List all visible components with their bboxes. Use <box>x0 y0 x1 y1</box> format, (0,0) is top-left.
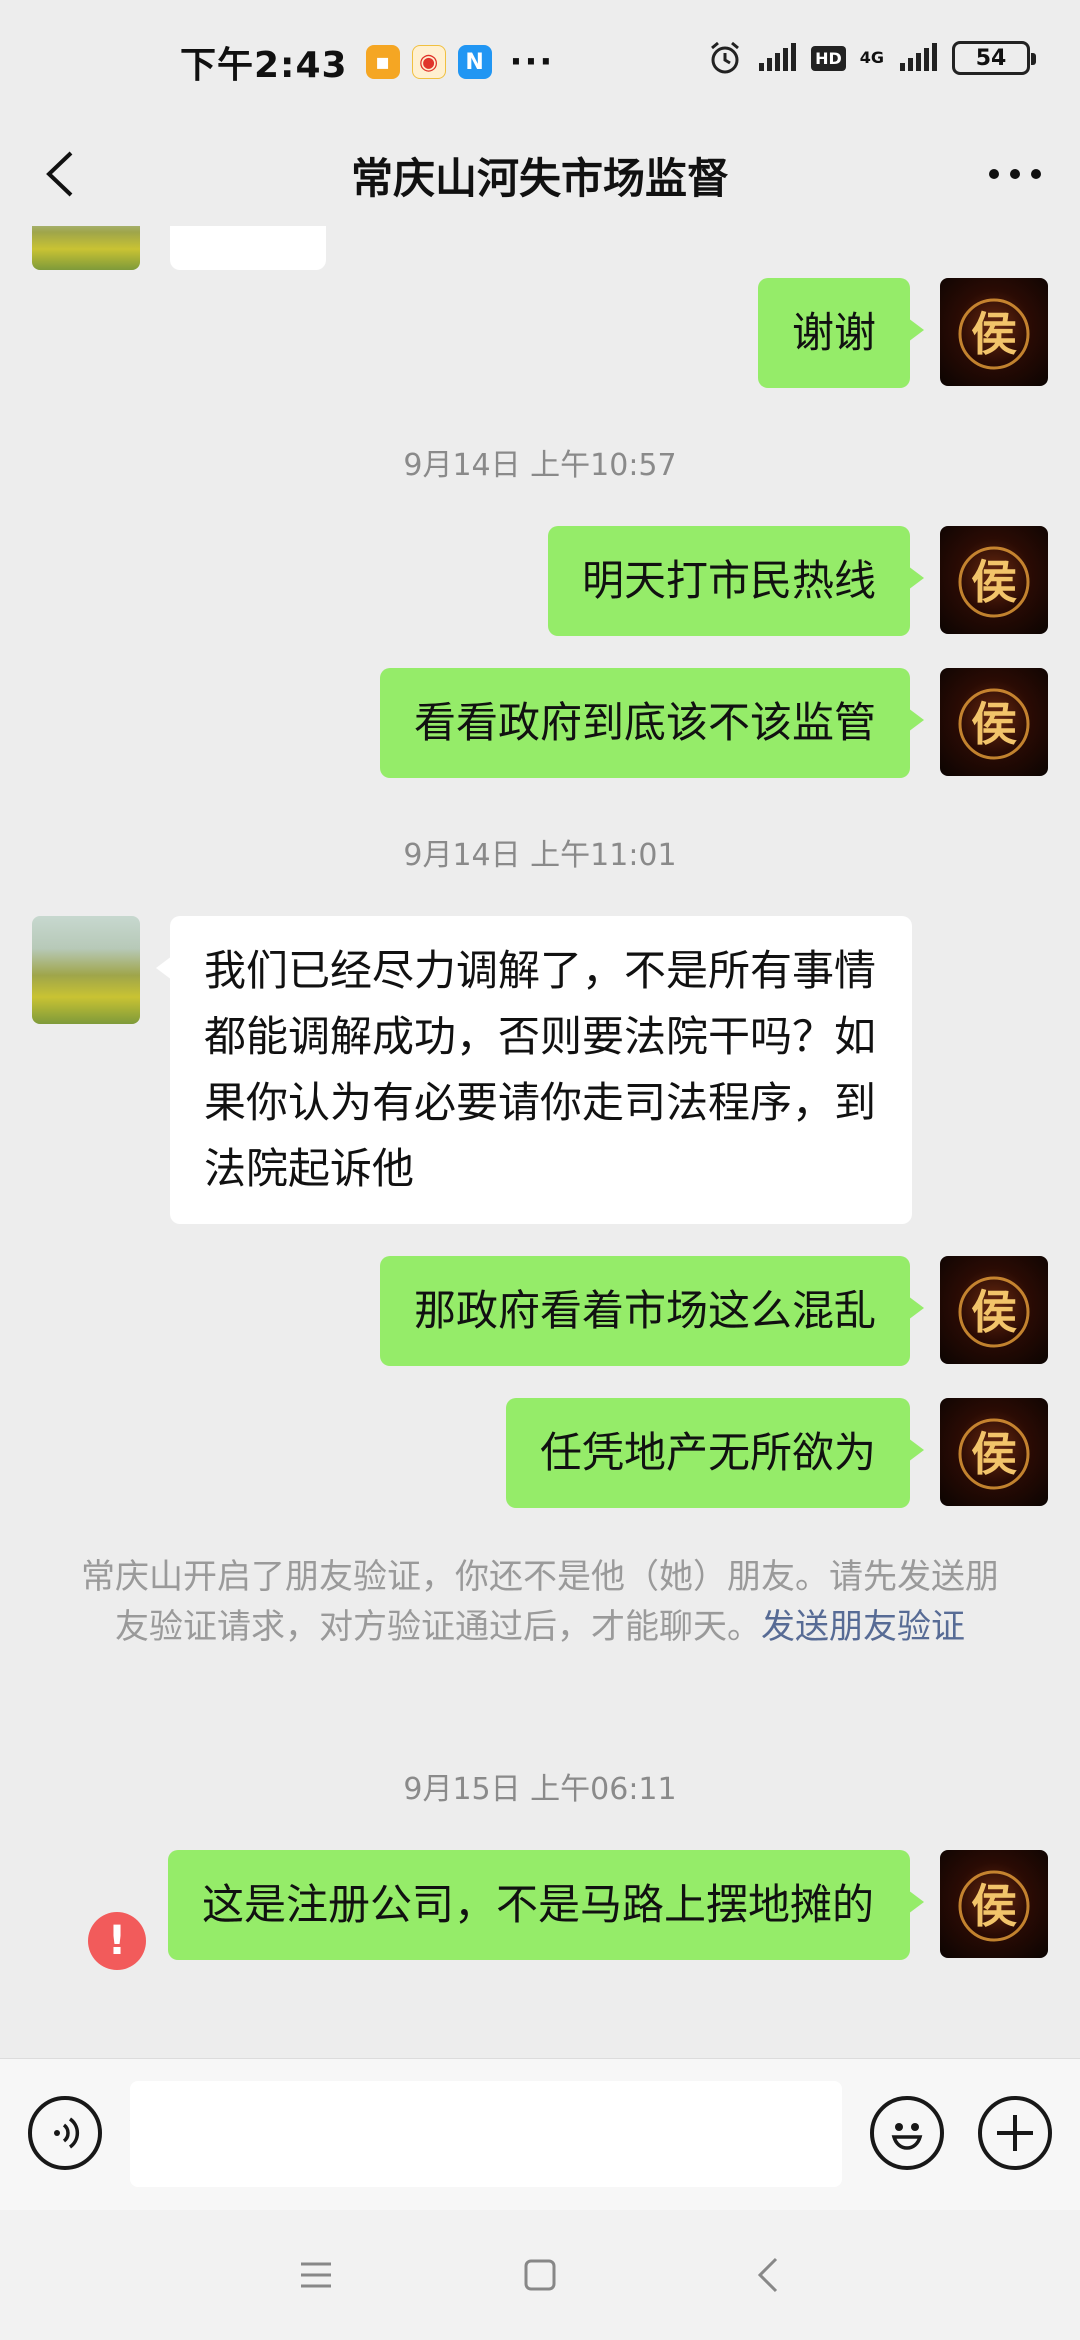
message-bubble-received[interactable]: 我们已经尽力调解了，不是所有事情都能调解成功，否则要法院干吗？如果你认为有必要请… <box>156 916 912 1224</box>
avatar-emblem-icon: 侯 <box>958 298 1030 370</box>
avatar-emblem-icon: 侯 <box>958 546 1030 618</box>
emoji-button[interactable] <box>870 2096 944 2170</box>
svg-text:侯: 侯 <box>971 555 1017 609</box>
battery-indicator: 54 <box>952 41 1036 75</box>
my-avatar[interactable]: 侯 <box>940 1398 1048 1506</box>
menu-icon <box>301 2262 331 2288</box>
chevron-left-icon <box>46 151 73 197</box>
news-app-icon: N <box>457 45 492 79</box>
svg-text:侯: 侯 <box>971 697 1017 751</box>
friend-verification-notice: 常庆山开启了朋友验证，你还不是他（她）朋友。请先发送朋友验证请求，对方验证通过后… <box>80 1552 1000 1652</box>
send-verification-link[interactable]: 发送朋友验证 <box>761 1607 965 1647</box>
message-bubble-sent[interactable]: 看看政府到底该不该监管 <box>379 668 925 778</box>
svg-text:侯: 侯 <box>971 1879 1017 1933</box>
smiley-icon <box>891 2123 923 2150</box>
message-bubble-sent[interactable]: 任凭地产无所欲为 <box>505 1398 925 1508</box>
plus-icon <box>997 2115 1033 2151</box>
contact-avatar[interactable] <box>32 916 140 1024</box>
back-button[interactable] <box>30 144 90 204</box>
avatar-emblem-icon: 侯 <box>958 1276 1030 1348</box>
chat-header: 常庆山河失市场监督 <box>0 124 1080 226</box>
chat-title: 常庆山河失市场监督 <box>350 153 729 203</box>
network-type: 4G <box>859 48 884 67</box>
voice-icon <box>54 2117 80 2149</box>
contact-avatar[interactable] <box>32 226 140 270</box>
message-timestamp: 9月14日 上午10:57 <box>403 448 677 483</box>
weibo-icon: ◉ <box>411 45 446 79</box>
home-button[interactable] <box>510 2245 570 2305</box>
status-time: 下午2:43 <box>180 45 348 86</box>
message-timestamp: 9月15日 上午06:11 <box>403 1772 677 1807</box>
status-indicators: HD 4G 54 <box>707 40 1036 76</box>
my-avatar[interactable]: 侯 <box>940 668 1048 776</box>
alarm-icon <box>711 41 740 74</box>
hd-badge: HD <box>811 45 846 71</box>
message-input-bar <box>0 2058 1080 2210</box>
message-text-input[interactable] <box>130 2081 842 2187</box>
system-navigation-bar <box>0 2210 1080 2340</box>
home-square-icon <box>524 2259 556 2291</box>
signal-icon-2 <box>900 43 937 71</box>
message-timestamp: 9月14日 上午11:01 <box>403 838 677 873</box>
avatar-emblem-icon: 侯 <box>958 1418 1030 1490</box>
message-bubble-partial <box>170 226 326 270</box>
svg-text:侯: 侯 <box>971 1285 1017 1339</box>
more-functions-button[interactable] <box>978 2096 1052 2170</box>
recent-apps-button[interactable] <box>286 2245 346 2305</box>
avatar-emblem-icon: 侯 <box>958 1870 1030 1942</box>
my-avatar[interactable]: 侯 <box>940 526 1048 634</box>
notes-app-icon: ▪ <box>365 45 400 79</box>
more-notifications-icon: ··· <box>509 42 555 82</box>
signal-icon <box>759 43 797 71</box>
my-avatar[interactable]: 侯 <box>940 278 1048 386</box>
avatar-emblem-icon: 侯 <box>958 688 1030 760</box>
message-bubble-sent[interactable]: 那政府看着市场这么混乱 <box>379 1256 925 1366</box>
svg-text:侯: 侯 <box>971 1427 1017 1481</box>
chat-message-list[interactable]: 谢谢 侯 9月14日 上午10:57 明天打市民热线 侯 看看政府到底该不该监管… <box>0 226 1080 2058</box>
my-avatar[interactable]: 侯 <box>940 1850 1048 1958</box>
message-bubble-sent[interactable]: 谢谢 <box>757 278 925 388</box>
system-back-button[interactable] <box>738 2245 798 2305</box>
my-avatar[interactable]: 侯 <box>940 1256 1048 1364</box>
message-bubble-sent[interactable]: 明天打市民热线 <box>547 526 925 636</box>
back-triangle-icon <box>757 2257 778 2293</box>
status-bar: 下午2:43 ▪ ◉ N ··· HD 4G 54 <box>0 0 1080 124</box>
status-app-icons: ▪ ◉ N <box>365 45 492 79</box>
more-dots-icon <box>989 169 1041 179</box>
svg-text:侯: 侯 <box>971 307 1017 361</box>
send-failed-icon[interactable]: ! <box>88 1912 146 1970</box>
more-options-button[interactable] <box>980 144 1050 204</box>
voice-input-button[interactable] <box>28 2096 102 2170</box>
message-bubble-sent-failed[interactable]: 这是注册公司，不是马路上摆地摊的 <box>168 1850 924 1960</box>
